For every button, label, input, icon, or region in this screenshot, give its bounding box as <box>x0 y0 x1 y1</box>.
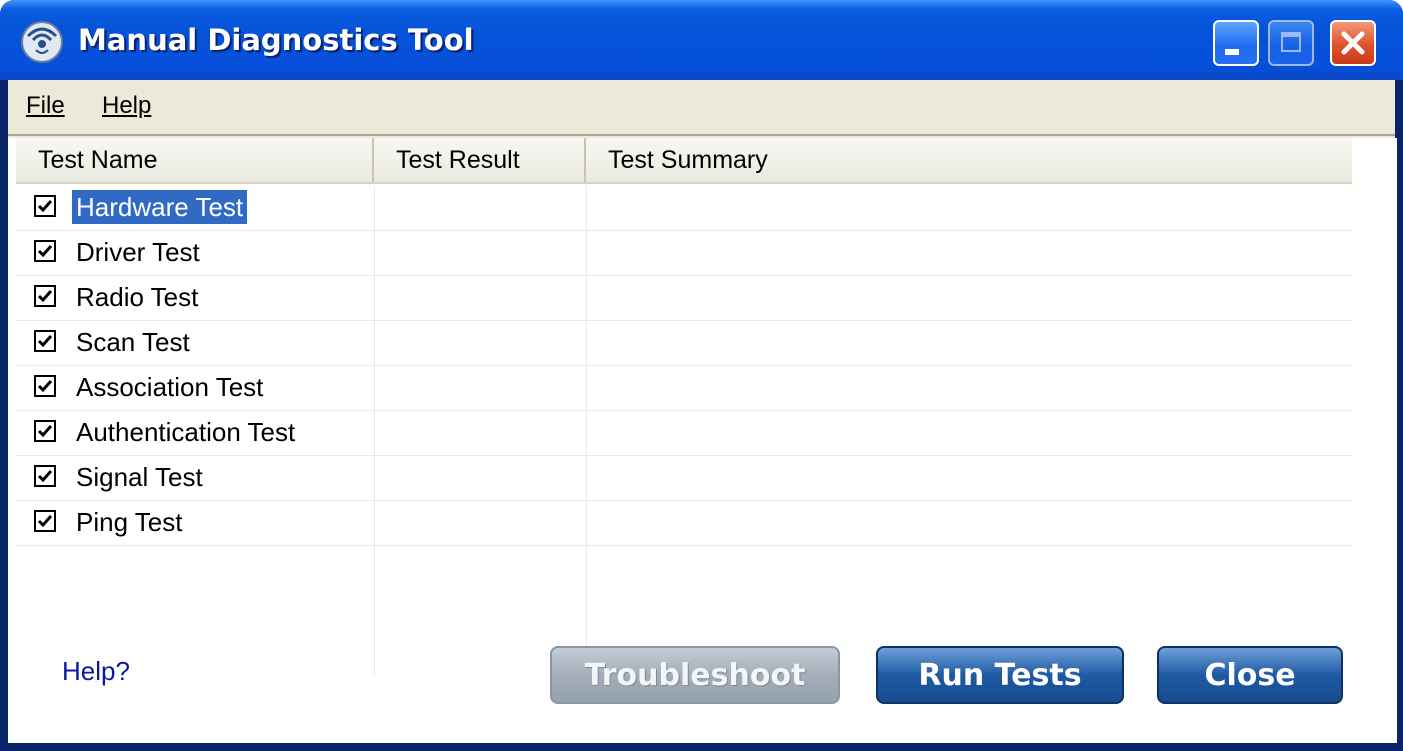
column-header-test-name[interactable]: Test Name <box>16 138 374 182</box>
troubleshoot-button[interactable]: Troubleshoot <box>550 646 840 704</box>
wireless-icon <box>21 21 63 63</box>
table-row[interactable]: Driver Test <box>16 231 1352 276</box>
client-area: File Help Test Name Test Result Test Sum… <box>8 80 1397 743</box>
checkbox-checked-icon <box>37 515 53 528</box>
checkbox-checked-icon <box>37 470 53 483</box>
checkbox-checked-icon <box>37 200 53 213</box>
table-row[interactable]: Authentication Test <box>16 411 1352 456</box>
checkbox-driver-test[interactable] <box>34 240 56 262</box>
checkbox-authentication-test[interactable] <box>34 420 56 442</box>
title-bar[interactable]: Manual Diagnostics Tool <box>0 0 1403 80</box>
checkbox-association-test[interactable] <box>34 375 56 397</box>
checkbox-scan-test[interactable] <box>34 330 56 352</box>
run-tests-button[interactable]: Run Tests <box>876 646 1124 704</box>
window-title: Manual Diagnostics Tool <box>78 23 474 57</box>
main-panel: Test Name Test Result Test Summary Hardw… <box>8 138 1397 743</box>
test-list[interactable]: Test Name Test Result Test Summary Hardw… <box>16 138 1352 678</box>
checkbox-checked-icon <box>37 335 53 348</box>
table-row[interactable]: Association Test <box>16 366 1352 411</box>
test-name-label: Driver Test <box>76 237 200 267</box>
menu-bar: File Help <box>8 80 1395 136</box>
close-button[interactable]: Close <box>1157 646 1343 704</box>
menu-help-label: Help <box>102 92 152 119</box>
test-name-label: Hardware Test <box>72 190 248 224</box>
table-row[interactable]: Signal Test <box>16 456 1352 501</box>
checkbox-checked-icon <box>37 425 53 438</box>
checkbox-checked-icon <box>37 380 53 393</box>
list-header: Test Name Test Result Test Summary <box>16 138 1352 184</box>
table-row[interactable]: Ping Test <box>16 501 1352 546</box>
test-name-label: Signal Test <box>76 462 203 492</box>
maximize-button[interactable] <box>1268 20 1314 66</box>
test-name-label: Scan Test <box>76 327 190 357</box>
checkbox-checked-icon <box>37 245 53 258</box>
table-row[interactable]: Scan Test <box>16 321 1352 366</box>
table-row[interactable]: Radio Test <box>16 276 1352 321</box>
menu-file[interactable]: File <box>26 92 65 120</box>
column-header-test-summary[interactable]: Test Summary <box>586 138 1352 182</box>
test-name-label: Authentication Test <box>76 417 296 447</box>
checkbox-checked-icon <box>37 290 53 303</box>
checkbox-radio-test[interactable] <box>34 285 56 307</box>
checkbox-hardware-test[interactable] <box>34 195 56 217</box>
close-icon <box>1341 31 1365 55</box>
table-row[interactable]: Hardware Test <box>16 186 1352 231</box>
menu-help[interactable]: Help <box>102 92 151 120</box>
close-window-button[interactable] <box>1330 20 1376 66</box>
test-name-label: Radio Test <box>76 282 199 312</box>
test-name-label: Association Test <box>76 372 264 402</box>
test-name-label: Ping Test <box>76 507 183 537</box>
column-header-test-result[interactable]: Test Result <box>374 138 586 182</box>
checkbox-signal-test[interactable] <box>34 465 56 487</box>
minimize-button[interactable] <box>1213 20 1259 66</box>
checkbox-ping-test[interactable] <box>34 510 56 532</box>
menu-file-label: File <box>26 92 65 119</box>
help-link[interactable]: Help? <box>62 656 130 687</box>
app-window: Manual Diagnostics Tool File Help Test N… <box>0 0 1403 751</box>
